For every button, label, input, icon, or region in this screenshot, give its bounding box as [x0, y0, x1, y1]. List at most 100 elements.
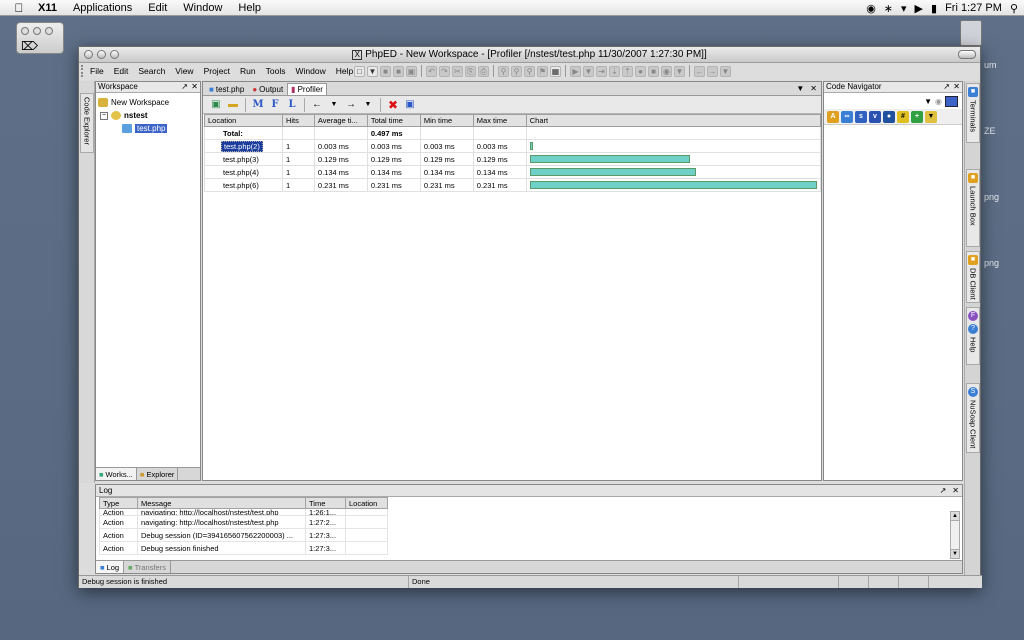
tab-list-icon[interactable]: ▼ [796, 84, 804, 93]
view-toggle-icon[interactable] [945, 95, 958, 107]
undo-icon[interactable]: ↶ [426, 65, 437, 77]
table-row[interactable]: test.php(6) 1 0.231 ms 0.231 ms 0.231 ms… [204, 178, 822, 192]
pin-icon[interactable]: ↗ [181, 82, 188, 92]
column-location[interactable]: Location [204, 114, 283, 127]
stop-icon[interactable]: ■ [648, 65, 659, 77]
forward-options-icon[interactable]: ▼ [361, 98, 375, 112]
replace-icon[interactable]: ⚲ [524, 65, 535, 77]
scroll-up-icon[interactable]: ▲ [951, 512, 959, 521]
step-into-icon[interactable]: ⇣ [609, 65, 620, 77]
cut-icon[interactable]: ✂ [452, 65, 463, 77]
back-options-icon[interactable]: ▼ [327, 98, 341, 112]
table-row[interactable]: test.php(4) 1 0.134 ms 0.134 ms 0.134 ms… [204, 165, 822, 179]
dropdown-icon[interactable]: ▼ [924, 97, 932, 106]
column-time[interactable]: Time [305, 497, 346, 509]
nav-forward-icon[interactable]: → [707, 65, 718, 77]
scroll-down-icon[interactable]: ▼ [951, 549, 959, 558]
breakpoint-icon[interactable]: ● [635, 65, 646, 77]
window-close-icon[interactable] [84, 50, 93, 59]
copy-icon[interactable]: ⎘ [465, 65, 476, 77]
back-arrow-icon[interactable]: ← [310, 98, 324, 112]
tab-code-explorer[interactable]: Code Explorer [80, 93, 94, 153]
bookmark-icon[interactable]: ⚑ [537, 65, 548, 77]
row-location[interactable]: test.php(4) [204, 165, 283, 179]
column-chart[interactable]: Chart [525, 114, 822, 127]
menu-help[interactable]: Help [230, 2, 269, 14]
row-location[interactable]: test.php(3) [204, 152, 283, 166]
debug-options-icon[interactable]: ▼ [674, 65, 685, 77]
column-location[interactable]: Location [345, 497, 388, 509]
find-next-icon[interactable]: ⚲ [511, 65, 522, 77]
delete-icon[interactable]: ✖ [386, 98, 400, 112]
window-titlebar[interactable]: X PhpED - New Workspace - [Profiler [/ns… [79, 47, 980, 63]
tab-output[interactable]: ● Output [248, 83, 287, 95]
table-row[interactable]: test.php(3) 1 0.129 ms 0.129 ms 0.129 ms… [204, 152, 822, 166]
filter-hash-icon[interactable]: # [897, 110, 909, 123]
find-icon[interactable]: ⚲ [498, 65, 509, 77]
run-options-icon[interactable]: ▼ [583, 65, 594, 77]
wifi-icon[interactable]: ▾ [901, 2, 907, 15]
column-message[interactable]: Message [137, 497, 306, 509]
close-icon[interactable]: ✕ [952, 485, 959, 496]
row-location[interactable]: test.php(6) [204, 178, 283, 192]
close-icon[interactable]: ✕ [191, 82, 198, 92]
tab-test-php[interactable]: ■ test.php [205, 83, 248, 95]
spotlight-icon[interactable]: ⚲ [1010, 2, 1018, 15]
tab-db-client[interactable]: ■ DB Client [966, 251, 980, 303]
print-icon[interactable]: ▣ [406, 65, 417, 77]
bluetooth-icon[interactable]: ∗ [884, 2, 893, 15]
menu-window[interactable]: Window [290, 66, 330, 76]
menu-window[interactable]: Window [175, 2, 230, 14]
forward-arrow-icon[interactable]: → [344, 98, 358, 112]
tree-node-file[interactable]: test.php [98, 122, 198, 135]
tab-log[interactable]: ■ Log [96, 561, 125, 573]
column-hits[interactable]: Hits [281, 114, 315, 127]
menu-edit[interactable]: Edit [109, 66, 134, 76]
filter-v-icon[interactable]: v [869, 110, 881, 123]
column-min-time[interactable]: Min time [419, 114, 474, 127]
resize-grip[interactable] [929, 576, 959, 588]
menu-app-x11[interactable]: X11 [30, 2, 65, 14]
tab-launch-box[interactable]: ■ Launch Box [966, 169, 980, 247]
layout-icon[interactable]: ▦ [550, 65, 561, 77]
table-row[interactable]: Action Debug session (ID=394165607562200… [99, 528, 388, 542]
filter-m-icon[interactable]: ● [883, 110, 895, 123]
clock[interactable]: Fri 1:27 PM [945, 2, 1002, 14]
volume-icon[interactable]: ▶ [915, 2, 923, 15]
window-zoom-icon[interactable] [110, 50, 119, 59]
log-scrollbar[interactable]: ▲ ▼ [950, 511, 960, 559]
close-document-icon[interactable]: ✕ [810, 84, 817, 93]
table-row[interactable]: Action navigating: http://localhost/nste… [99, 508, 388, 516]
column-max-time[interactable]: Max time [472, 114, 527, 127]
pin-icon[interactable]: ↗ [943, 82, 950, 92]
apple-icon[interactable]:  [8, 1, 30, 15]
sync-icon[interactable]: ◉ [866, 2, 876, 15]
filter-s-icon[interactable]: s [855, 110, 867, 123]
nav-options-icon[interactable]: ▼ [720, 65, 731, 77]
tab-transfers[interactable]: ■ Transfers [124, 561, 171, 573]
tab-terminals[interactable]: ■ Terminals [966, 83, 980, 143]
collapse-icon[interactable]: − [100, 111, 108, 120]
save-icon[interactable]: ■ [380, 65, 391, 77]
menu-search[interactable]: Search [133, 66, 170, 76]
run-icon[interactable]: ▶ [570, 65, 581, 77]
save-all-icon[interactable]: ■ [393, 65, 404, 77]
tab-explorer[interactable]: ■ Explorer [137, 468, 179, 480]
tab-help[interactable]: F ? Help [966, 307, 980, 365]
menu-project[interactable]: Project [199, 66, 235, 76]
nav-back-icon[interactable]: ← [694, 65, 705, 77]
row-location[interactable]: test.php(2) [221, 140, 263, 152]
binoculars-icon[interactable]: ◉ [935, 97, 942, 106]
tree-node-project[interactable]: − nstest [98, 109, 198, 122]
redo-icon[interactable]: ↷ [439, 65, 450, 77]
tab-workspace[interactable]: ■ Works... [96, 468, 137, 480]
menu-applications[interactable]: Applications [65, 2, 140, 14]
open-file-icon[interactable]: ▼ [367, 65, 378, 77]
close-icon[interactable]: ✕ [953, 82, 960, 92]
save-results-icon[interactable]: ▣ [403, 98, 417, 112]
tree-node-workspace[interactable]: New Workspace [98, 96, 198, 109]
menu-edit[interactable]: Edit [140, 2, 175, 14]
new-file-icon[interactable]: □ [354, 65, 365, 77]
filter-links-icon[interactable]: ∞ [841, 110, 853, 123]
hard-drive-icon[interactable] [960, 20, 982, 46]
